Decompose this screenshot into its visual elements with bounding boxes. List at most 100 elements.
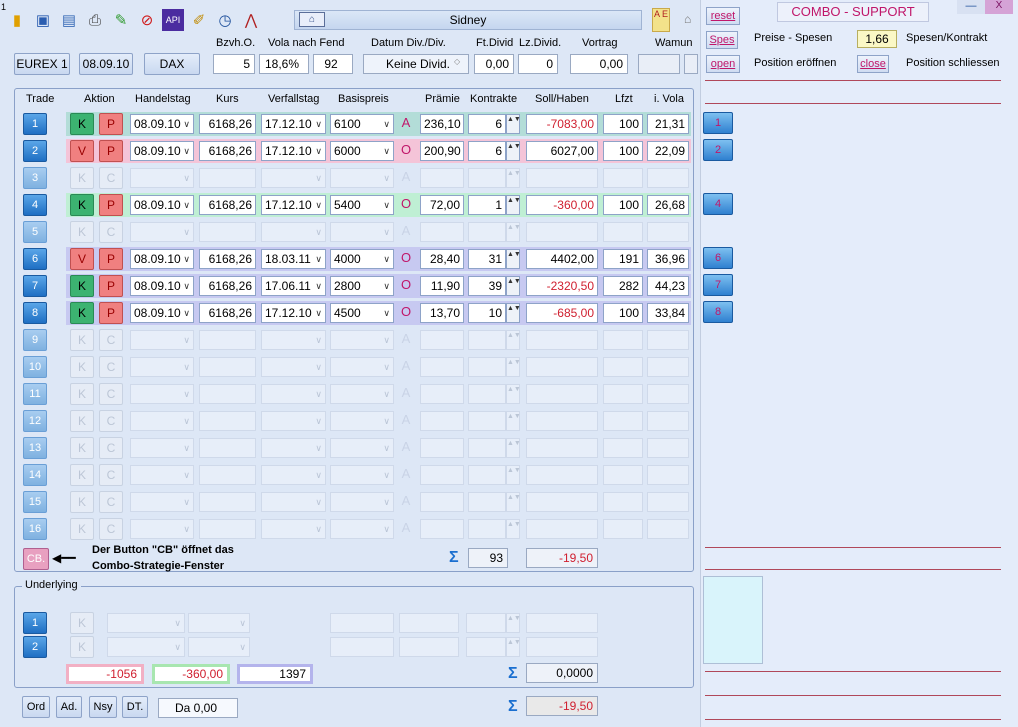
underlying-number-button[interactable]: 2 <box>23 636 47 658</box>
kurs-cell[interactable] <box>199 438 256 458</box>
verfallstag-select[interactable]: ∨ <box>261 330 326 350</box>
action-buysell-button[interactable]: K <box>70 329 94 351</box>
lzdivid-field[interactable]: 0 <box>518 54 558 74</box>
handelstag-select[interactable]: 08.09.10 ∨ <box>130 303 194 323</box>
trade-number-button[interactable]: 6 <box>23 248 47 270</box>
vola-field[interactable]: 18,6% <box>259 54 309 74</box>
kontrakte-spin-icon[interactable]: ▲▼ <box>506 465 521 485</box>
praemie-cell[interactable] <box>420 222 464 242</box>
action-buysell-button[interactable]: K <box>70 491 94 513</box>
index-button[interactable]: DAX <box>144 53 200 75</box>
open-button[interactable]: open <box>706 55 740 73</box>
praemie-cell[interactable] <box>420 465 464 485</box>
underlying-spin-icon[interactable]: ▲▼ <box>506 637 521 657</box>
basispreis-select[interactable]: 4000 ∨ <box>330 249 394 269</box>
trade-number-button[interactable]: 4 <box>23 194 47 216</box>
action-putcall-button[interactable]: C <box>99 410 123 432</box>
action-putcall-button[interactable]: P <box>99 248 123 270</box>
verfallstag-select[interactable]: 17.06.11 ∨ <box>261 276 326 296</box>
kontrakte-spin-icon[interactable]: ▲▼ <box>506 249 521 269</box>
vola-days-field[interactable]: 92 <box>313 54 353 74</box>
underlying-select[interactable]: ∨ <box>107 637 185 657</box>
underlying-spin-icon[interactable]: ▲▼ <box>506 613 521 633</box>
action-putcall-button[interactable]: P <box>99 113 123 135</box>
handelstag-select[interactable]: 08.09.10 ∨ <box>130 114 194 134</box>
dt-button[interactable]: DT. <box>122 696 148 718</box>
kurs-cell[interactable]: 6168,26 <box>199 141 256 161</box>
basispreis-select[interactable]: ∨ <box>330 168 394 188</box>
pencil-icon[interactable]: ✎ <box>110 9 132 31</box>
underlying-action-button[interactable]: K <box>70 612 94 634</box>
handelstag-select[interactable]: ∨ <box>130 357 194 377</box>
basispreis-select[interactable]: ∨ <box>330 384 394 404</box>
clock-icon[interactable]: ◷ <box>214 9 236 31</box>
handelstag-select[interactable]: ∨ <box>130 438 194 458</box>
kontrakte-cell[interactable]: 31 <box>468 249 506 269</box>
kurs-cell[interactable] <box>199 519 256 539</box>
close-button[interactable]: close <box>857 55 889 73</box>
kurs-cell[interactable] <box>199 492 256 512</box>
verfallstag-select[interactable]: ∨ <box>261 384 326 404</box>
trade-number-button[interactable]: 8 <box>23 302 47 324</box>
handelstag-select[interactable]: ∨ <box>130 519 194 539</box>
kurs-cell[interactable] <box>199 384 256 404</box>
stop-icon[interactable]: ⊘ <box>136 9 158 31</box>
handelstag-select[interactable]: ∨ <box>130 222 194 242</box>
kontrakte-spin-icon[interactable]: ▲▼ <box>506 330 521 350</box>
action-buysell-button[interactable]: K <box>70 437 94 459</box>
basispreis-select[interactable]: ∨ <box>330 330 394 350</box>
basispreis-select[interactable]: ∨ <box>330 438 394 458</box>
kontrakte-spin-icon[interactable]: ▲▼ <box>506 303 521 323</box>
praemie-cell[interactable]: 72,00 <box>420 195 464 215</box>
trade-number-button[interactable]: 16 <box>23 518 47 540</box>
kontrakte-spin-icon[interactable]: ▲▼ <box>506 222 521 242</box>
cb-button[interactable]: CB. <box>23 548 49 570</box>
action-putcall-button[interactable]: C <box>99 221 123 243</box>
verfallstag-select[interactable]: ∨ <box>261 222 326 242</box>
trade-number-button[interactable]: 12 <box>23 410 47 432</box>
kontrakte-cell[interactable]: 39 <box>468 276 506 296</box>
basispreis-select[interactable]: ∨ <box>330 519 394 539</box>
kontrakte-spin-icon[interactable]: ▲▼ <box>506 411 521 431</box>
kontrakte-cell[interactable]: 1 <box>468 195 506 215</box>
basispreis-select[interactable]: ∨ <box>330 222 394 242</box>
minimize-button[interactable]: — <box>957 0 985 14</box>
underlying-action-button[interactable]: K <box>70 636 94 658</box>
action-putcall-button[interactable]: C <box>99 437 123 459</box>
action-putcall-button[interactable]: C <box>99 518 123 540</box>
action-buysell-button[interactable]: K <box>70 302 94 324</box>
verfallstag-select[interactable]: 17.12.10 ∨ <box>261 141 326 161</box>
spes-button[interactable]: Spes <box>706 31 738 49</box>
ad-button[interactable]: Ad. <box>56 696 82 718</box>
leg-button[interactable]: 7 <box>703 274 733 296</box>
action-putcall-button[interactable]: C <box>99 464 123 486</box>
basispreis-select[interactable]: ∨ <box>330 411 394 431</box>
handelstag-select[interactable]: ∨ <box>130 492 194 512</box>
action-buysell-button[interactable]: K <box>70 167 94 189</box>
kontrakte-cell[interactable] <box>468 168 506 188</box>
trade-number-button[interactable]: 14 <box>23 464 47 486</box>
kurs-cell[interactable]: 6168,26 <box>199 195 256 215</box>
verfallstag-select[interactable]: ∨ <box>261 357 326 377</box>
handelstag-select[interactable]: ∨ <box>130 465 194 485</box>
kontrakte-cell[interactable] <box>468 330 506 350</box>
kontrakte-spin-icon[interactable]: ▲▼ <box>506 492 521 512</box>
basispreis-select[interactable]: ∨ <box>330 492 394 512</box>
action-buysell-button[interactable]: V <box>70 140 94 162</box>
handelstag-select[interactable]: ∨ <box>130 384 194 404</box>
kontrakte-cell[interactable] <box>468 222 506 242</box>
server-field[interactable]: ⌂ Sidney <box>294 10 642 30</box>
verfallstag-select[interactable]: 17.12.10 ∨ <box>261 303 326 323</box>
kurs-cell[interactable] <box>199 357 256 377</box>
action-buysell-button[interactable]: K <box>70 221 94 243</box>
praemie-cell[interactable] <box>420 330 464 350</box>
close-window-button[interactable]: X <box>985 0 1013 14</box>
basispreis-select[interactable]: ∨ <box>330 465 394 485</box>
praemie-cell[interactable]: 200,90 <box>420 141 464 161</box>
action-buysell-button[interactable]: K <box>70 113 94 135</box>
date-button[interactable]: 08.09.10 <box>79 53 133 75</box>
kontrakte-spin-icon[interactable]: ▲▼ <box>506 438 521 458</box>
praemie-cell[interactable] <box>420 168 464 188</box>
basispreis-select[interactable]: 6100 ∨ <box>330 114 394 134</box>
action-putcall-button[interactable]: P <box>99 275 123 297</box>
